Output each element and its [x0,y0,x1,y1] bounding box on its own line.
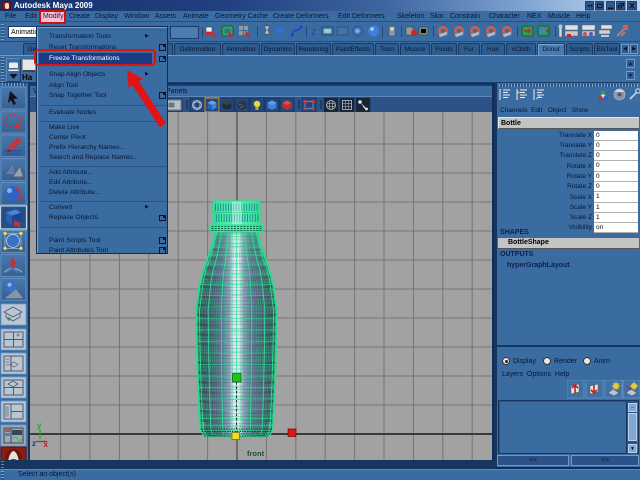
svg-text:z: z [32,439,36,448]
svg-text:z: z [311,26,317,38]
svg-text:y: y [37,421,42,430]
svg-text:front: front [247,449,265,458]
